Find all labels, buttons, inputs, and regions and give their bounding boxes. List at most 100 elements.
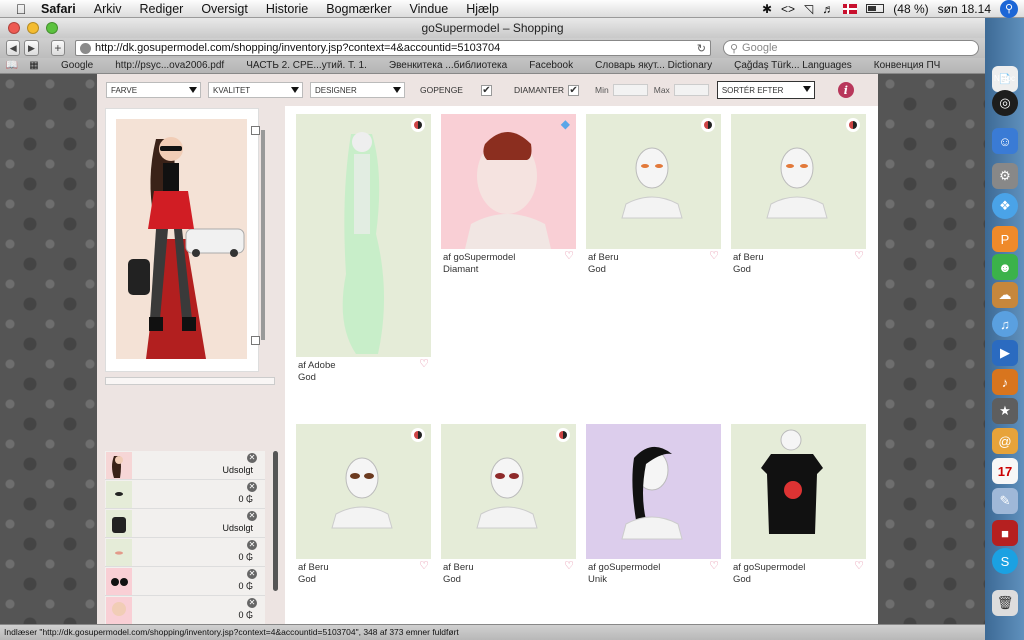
heart-icon[interactable]: ♡ — [564, 250, 574, 262]
list-item[interactable]: 0 ₲ ✕ — [105, 596, 265, 624]
bookmark-item[interactable]: Конвенция ПЧ — [863, 60, 952, 71]
product-image[interactable]: ◆ — [441, 114, 576, 249]
open-book-icon[interactable]: 📖 — [6, 60, 18, 71]
menu-historie[interactable]: Historie — [257, 2, 317, 16]
presentation-app-icon[interactable]: P — [992, 226, 1018, 252]
spotlight-search-icon[interactable]: ⚲ — [1000, 0, 1018, 18]
itunes-icon[interactable]: ♫ — [992, 311, 1018, 337]
heart-icon[interactable]: ♡ — [564, 560, 574, 572]
skype-icon[interactable]: S — [992, 548, 1018, 574]
heart-icon[interactable]: ♡ — [709, 560, 719, 572]
product-image[interactable] — [296, 424, 431, 559]
gopenge-checkbox[interactable]: ✔ — [480, 84, 492, 96]
chat-app-icon[interactable]: ☻ — [992, 254, 1018, 280]
language-flag-icon[interactable] — [843, 3, 858, 14]
list-item[interactable]: 0 ₲ ✕ — [105, 538, 265, 567]
bookmark-item[interactable]: Facebook — [518, 60, 584, 71]
heart-icon[interactable]: ♡ — [709, 250, 719, 262]
menu-bogmaerker[interactable]: Bogmærker — [317, 2, 400, 16]
quicktime-icon[interactable]: ▶ — [992, 340, 1018, 366]
max-price-input[interactable] — [673, 84, 709, 96]
product-image[interactable] — [441, 424, 576, 559]
battery-icon[interactable] — [866, 4, 885, 13]
diamonds-checkbox[interactable]: ✔ — [568, 84, 580, 96]
clock[interactable]: søn 18.14 — [938, 2, 991, 16]
add-bookmark-button[interactable]: + — [50, 40, 65, 56]
bookmark-item[interactable]: Google — [50, 60, 104, 71]
system-preferences-icon[interactable]: ⚙ — [992, 163, 1018, 189]
remove-item-icon[interactable]: ✕ — [247, 598, 257, 608]
product-image[interactable] — [586, 424, 721, 559]
worn-items-scrollbar[interactable] — [273, 451, 278, 591]
back-button[interactable]: ◀ — [6, 40, 21, 56]
product-card[interactable]: af Beru God ♡ — [586, 114, 721, 276]
product-image[interactable] — [296, 114, 431, 357]
remove-item-icon[interactable]: ✕ — [247, 453, 257, 463]
remove-item-icon[interactable]: ✕ — [247, 569, 257, 579]
bookmark-item[interactable]: http://psyc...ova2006.pdf — [104, 60, 235, 71]
address-book-icon[interactable]: @ — [992, 428, 1018, 454]
bluetooth-icon[interactable]: ✱ — [762, 2, 772, 16]
heart-icon[interactable]: ♡ — [419, 358, 429, 370]
product-card[interactable]: af Beru God ♡ — [731, 114, 866, 276]
menu-arkiv[interactable]: Arkiv — [85, 2, 131, 16]
address-bar[interactable]: http://dk.gosupermodel.com/shopping/inve… — [74, 40, 711, 56]
remove-item-icon[interactable]: ✕ — [247, 482, 257, 492]
search-field[interactable]: ⚲ Google — [722, 40, 979, 56]
info-icon[interactable]: i — [837, 82, 854, 98]
remove-item-icon[interactable]: ✕ — [247, 511, 257, 521]
heart-icon[interactable]: ♡ — [419, 560, 429, 572]
bookmark-item[interactable]: Çağdaş Türk... Languages — [723, 60, 863, 71]
color-filter-select[interactable]: FARVE — [106, 82, 201, 98]
menu-app-safari[interactable]: Safari — [32, 2, 85, 16]
product-card[interactable]: ◆ af goSupermodel Diamant ♡ — [441, 114, 576, 276]
product-card[interactable]: af Beru God ♡ — [296, 424, 431, 586]
heart-icon[interactable]: ♡ — [854, 250, 864, 262]
photo-app-icon[interactable]: ☁ — [992, 282, 1018, 308]
calendar-icon[interactable]: 17 — [992, 458, 1018, 484]
product-card[interactable]: af goSupermodel God ♡ — [731, 424, 866, 586]
preview-icon[interactable]: ✎ — [992, 488, 1018, 514]
finder-icon[interactable]: ☺ — [992, 128, 1018, 154]
forward-button[interactable]: ▶ — [24, 40, 39, 56]
menu-rediger[interactable]: Rediger — [131, 2, 193, 16]
product-card[interactable]: af Adobe God ♡ — [296, 114, 431, 384]
list-item[interactable]: 0 ₲ ✕ — [105, 567, 265, 596]
wifi-icon[interactable]: ◹ — [804, 2, 813, 16]
bookmark-item[interactable]: Словарь якут... Dictionary — [584, 60, 723, 71]
quality-filter-select[interactable]: KVALITET — [208, 82, 303, 98]
garageband-icon[interactable]: ♪ — [992, 369, 1018, 395]
imovie-icon[interactable]: ★ — [992, 398, 1018, 424]
list-item[interactable]: Udsolgt ✕ — [105, 451, 265, 480]
bookmark-item[interactable]: Эвенкитека ...библиотека — [378, 60, 518, 71]
resize-handle-bottom[interactable] — [251, 336, 260, 345]
product-card[interactable]: af Beru God ♡ — [441, 424, 576, 586]
resize-handle-top[interactable] — [251, 126, 260, 135]
min-price-input[interactable] — [612, 84, 648, 96]
list-item[interactable]: Udsolgt ✕ — [105, 509, 265, 538]
product-card[interactable]: af goSupermodel Unik ♡ — [586, 424, 721, 586]
product-image[interactable] — [731, 114, 866, 249]
dashboard-icon[interactable]: ◎ — [992, 90, 1018, 116]
menu-oversigt[interactable]: Oversigt — [192, 2, 257, 16]
avatar-scrollbar[interactable] — [261, 130, 265, 340]
remove-item-icon[interactable]: ✕ — [247, 540, 257, 550]
product-image[interactable] — [731, 424, 866, 559]
menu-vindue[interactable]: Vindue — [401, 2, 458, 16]
sort-select[interactable]: SORTÉR EFTER — [716, 81, 815, 99]
menu-hjaelp[interactable]: Hjælp — [457, 2, 508, 16]
volume-icon[interactable]: ♬ — [822, 2, 834, 16]
product-image[interactable] — [586, 114, 721, 249]
trash-icon[interactable]: 🗑 — [992, 590, 1018, 616]
list-item[interactable]: 0 ₲ ✕ — [105, 480, 265, 509]
apple-menu-icon[interactable]:  — [10, 1, 32, 17]
reload-icon[interactable]: ↻ — [697, 42, 706, 55]
safari-icon[interactable]: ❖ — [992, 193, 1018, 219]
sync-icon[interactable]: <> — [781, 2, 795, 16]
media-player-icon[interactable]: ■ — [992, 520, 1018, 546]
diamonds-filter[interactable]: DIAMANTER ✔ — [514, 84, 580, 96]
bookmark-item[interactable]: ЧАСТЬ 2. СРЕ...утий. Т. 1. — [235, 60, 378, 71]
gopenge-filter[interactable]: GOPENGE ✔ — [420, 84, 492, 96]
grid-icon[interactable]: ▦ — [28, 60, 40, 71]
heart-icon[interactable]: ♡ — [854, 560, 864, 572]
